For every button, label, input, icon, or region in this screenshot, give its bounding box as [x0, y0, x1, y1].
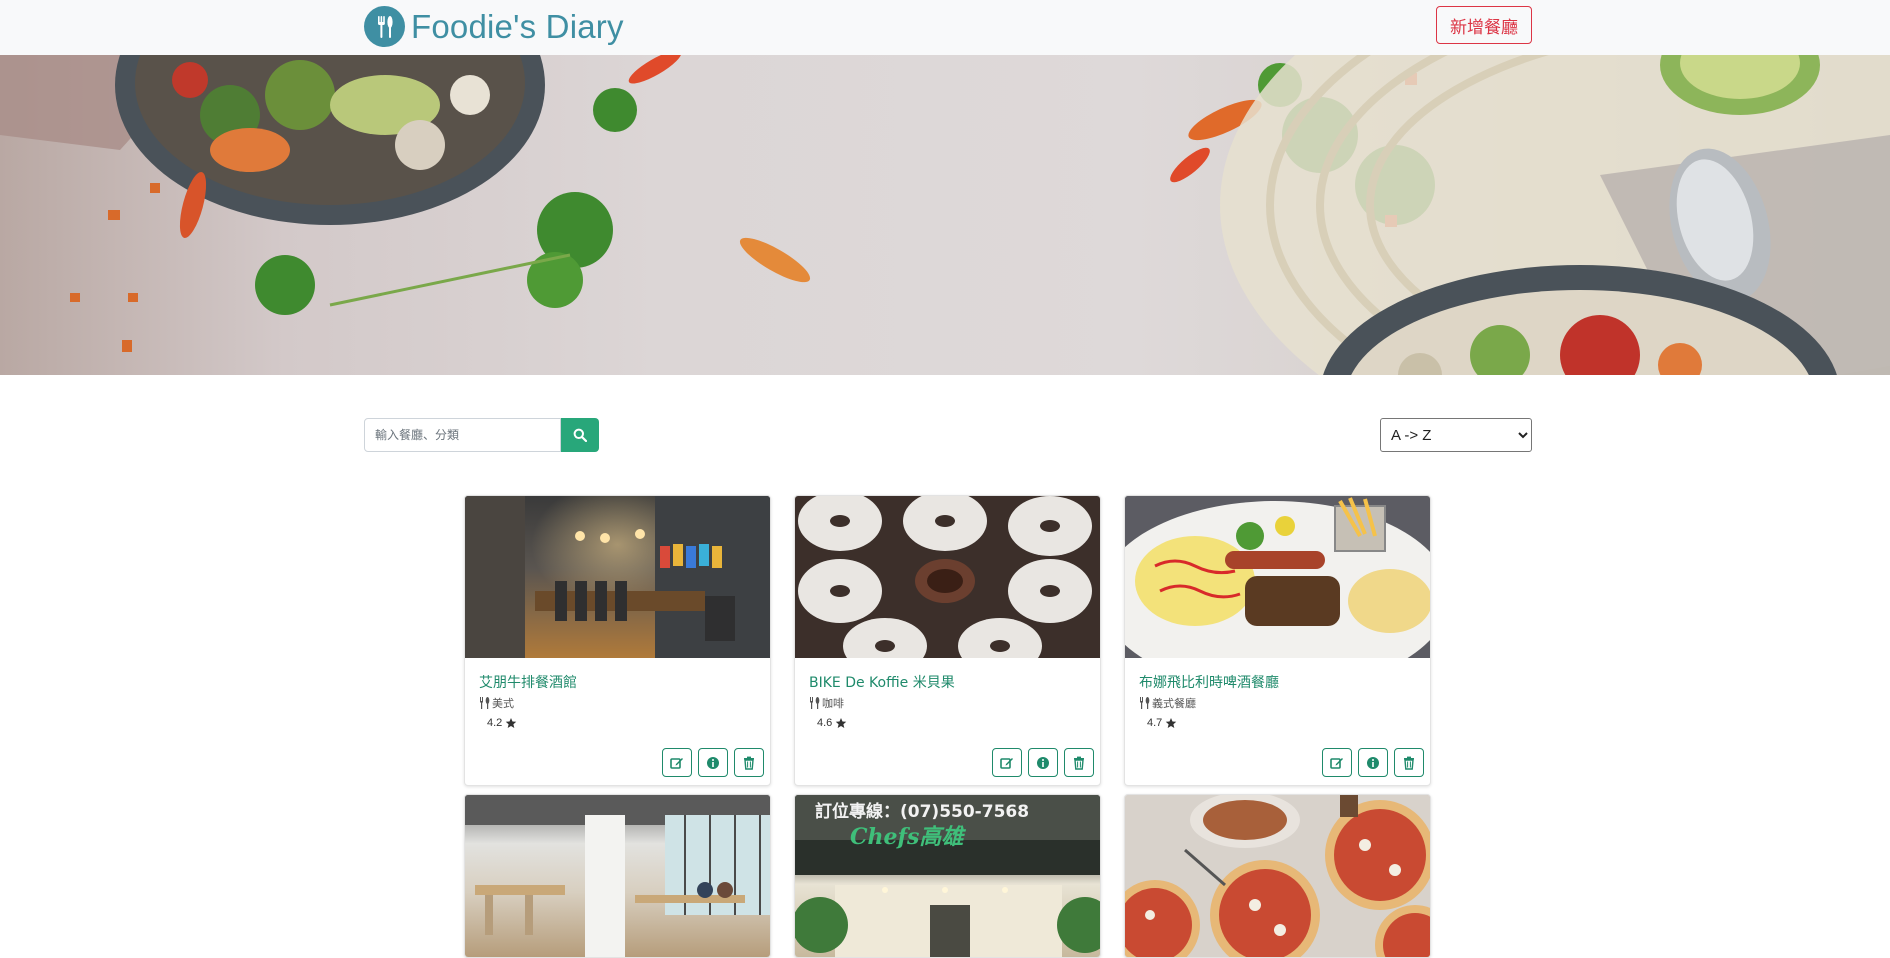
card-actions [662, 748, 764, 777]
edit-icon [1330, 757, 1343, 769]
restaurant-category: 義式餐廳 [1139, 695, 1196, 711]
edit-button[interactable] [662, 748, 692, 777]
category-label: 咖啡 [822, 697, 844, 710]
delete-button[interactable] [1064, 748, 1094, 777]
search-icon [573, 428, 587, 442]
edit-button[interactable] [992, 748, 1022, 777]
add-restaurant-button[interactable]: 新增餐廳 [1436, 6, 1532, 44]
search-button[interactable] [561, 418, 599, 452]
restaurant-category: 美式 [479, 695, 514, 711]
delete-button[interactable] [1394, 748, 1424, 777]
rating-value: 4.7 [1147, 717, 1163, 729]
restaurant-name[interactable]: BIKE De Koffie 米貝果 [809, 672, 955, 692]
restaurant-card[interactable]: 布娜飛比利時啤酒餐廳 義式餐廳 4.7 [1124, 495, 1431, 786]
info-button[interactable] [698, 748, 728, 777]
restaurant-photo[interactable] [795, 496, 1100, 674]
trash-icon [1074, 756, 1084, 770]
brand-name[interactable]: Foodie's Diary [411, 8, 624, 46]
restaurant-card[interactable]: 艾朋牛排餐酒館 美式 4.2 [464, 495, 771, 786]
restaurant-photo[interactable] [465, 795, 770, 957]
restaurant-rating: 4.2 [487, 717, 517, 729]
card-body: BIKE De Koffie 米貝果 咖啡 4.6 [795, 658, 1100, 785]
edit-button[interactable] [1322, 748, 1352, 777]
restaurant-photo[interactable] [465, 496, 770, 658]
restaurant-card[interactable]: BIKE De Koffie 米貝果 咖啡 4.6 [794, 495, 1101, 786]
restaurant-card[interactable] [464, 794, 771, 958]
info-icon [707, 756, 719, 769]
banner-illustration [0, 55, 1890, 375]
card-actions [992, 748, 1094, 777]
utensils-icon [480, 697, 490, 709]
trash-icon [1404, 756, 1414, 770]
category-label: 義式餐廳 [1152, 697, 1196, 710]
restaurant-name[interactable]: 艾朋牛排餐酒館 [479, 672, 577, 692]
category-label: 美式 [492, 697, 514, 710]
search-input[interactable] [364, 418, 561, 452]
utensils-icon [810, 697, 820, 709]
restaurant-photo[interactable] [1125, 795, 1430, 957]
info-icon [1037, 756, 1049, 769]
card-actions [1322, 748, 1424, 777]
card-body: 艾朋牛排餐酒館 美式 4.2 [465, 658, 770, 785]
delete-button[interactable] [734, 748, 764, 777]
info-icon [1367, 756, 1379, 769]
rating-value: 4.2 [487, 717, 503, 729]
storefront-sign-text: Chefs高雄 [850, 824, 964, 850]
edit-icon [1000, 757, 1013, 769]
food-banner [0, 55, 1890, 375]
utensils-icon [1140, 697, 1150, 709]
rating-value: 4.6 [817, 717, 833, 729]
cafe-interior-image [465, 795, 770, 957]
brand-link[interactable]: Foodie's Diary [364, 6, 624, 47]
restaurant-card[interactable] [1124, 794, 1431, 958]
utensils-icon [364, 6, 405, 47]
bagels-image [798, 496, 1092, 674]
steakhouse-interior-image [465, 496, 770, 658]
restaurant-card[interactable]: 訂位專線：(07)550-7568 Chefs高雄 [794, 794, 1101, 958]
sort-select[interactable]: A -> Z [1380, 418, 1532, 452]
star-icon [1166, 718, 1177, 728]
restaurant-photo[interactable] [1125, 496, 1430, 691]
info-button[interactable] [1028, 748, 1058, 777]
card-body: 布娜飛比利時啤酒餐廳 義式餐廳 4.7 [1125, 658, 1430, 785]
trash-icon [744, 756, 754, 770]
star-icon [506, 718, 517, 728]
pizzas-image [1125, 795, 1430, 957]
star-icon [836, 718, 847, 728]
navbar: Foodie's Diary 新增餐廳 [0, 0, 1890, 55]
restaurant-category: 咖啡 [809, 695, 844, 711]
restaurant-rating: 4.6 [817, 717, 847, 729]
restaurant-photo[interactable]: 訂位專線：(07)550-7568 Chefs高雄 [795, 795, 1100, 957]
breakfast-plate-image [1125, 496, 1430, 691]
edit-icon [670, 757, 683, 769]
restaurant-rating: 4.7 [1147, 717, 1177, 729]
info-button[interactable] [1358, 748, 1388, 777]
restaurant-name[interactable]: 布娜飛比利時啤酒餐廳 [1139, 672, 1279, 692]
